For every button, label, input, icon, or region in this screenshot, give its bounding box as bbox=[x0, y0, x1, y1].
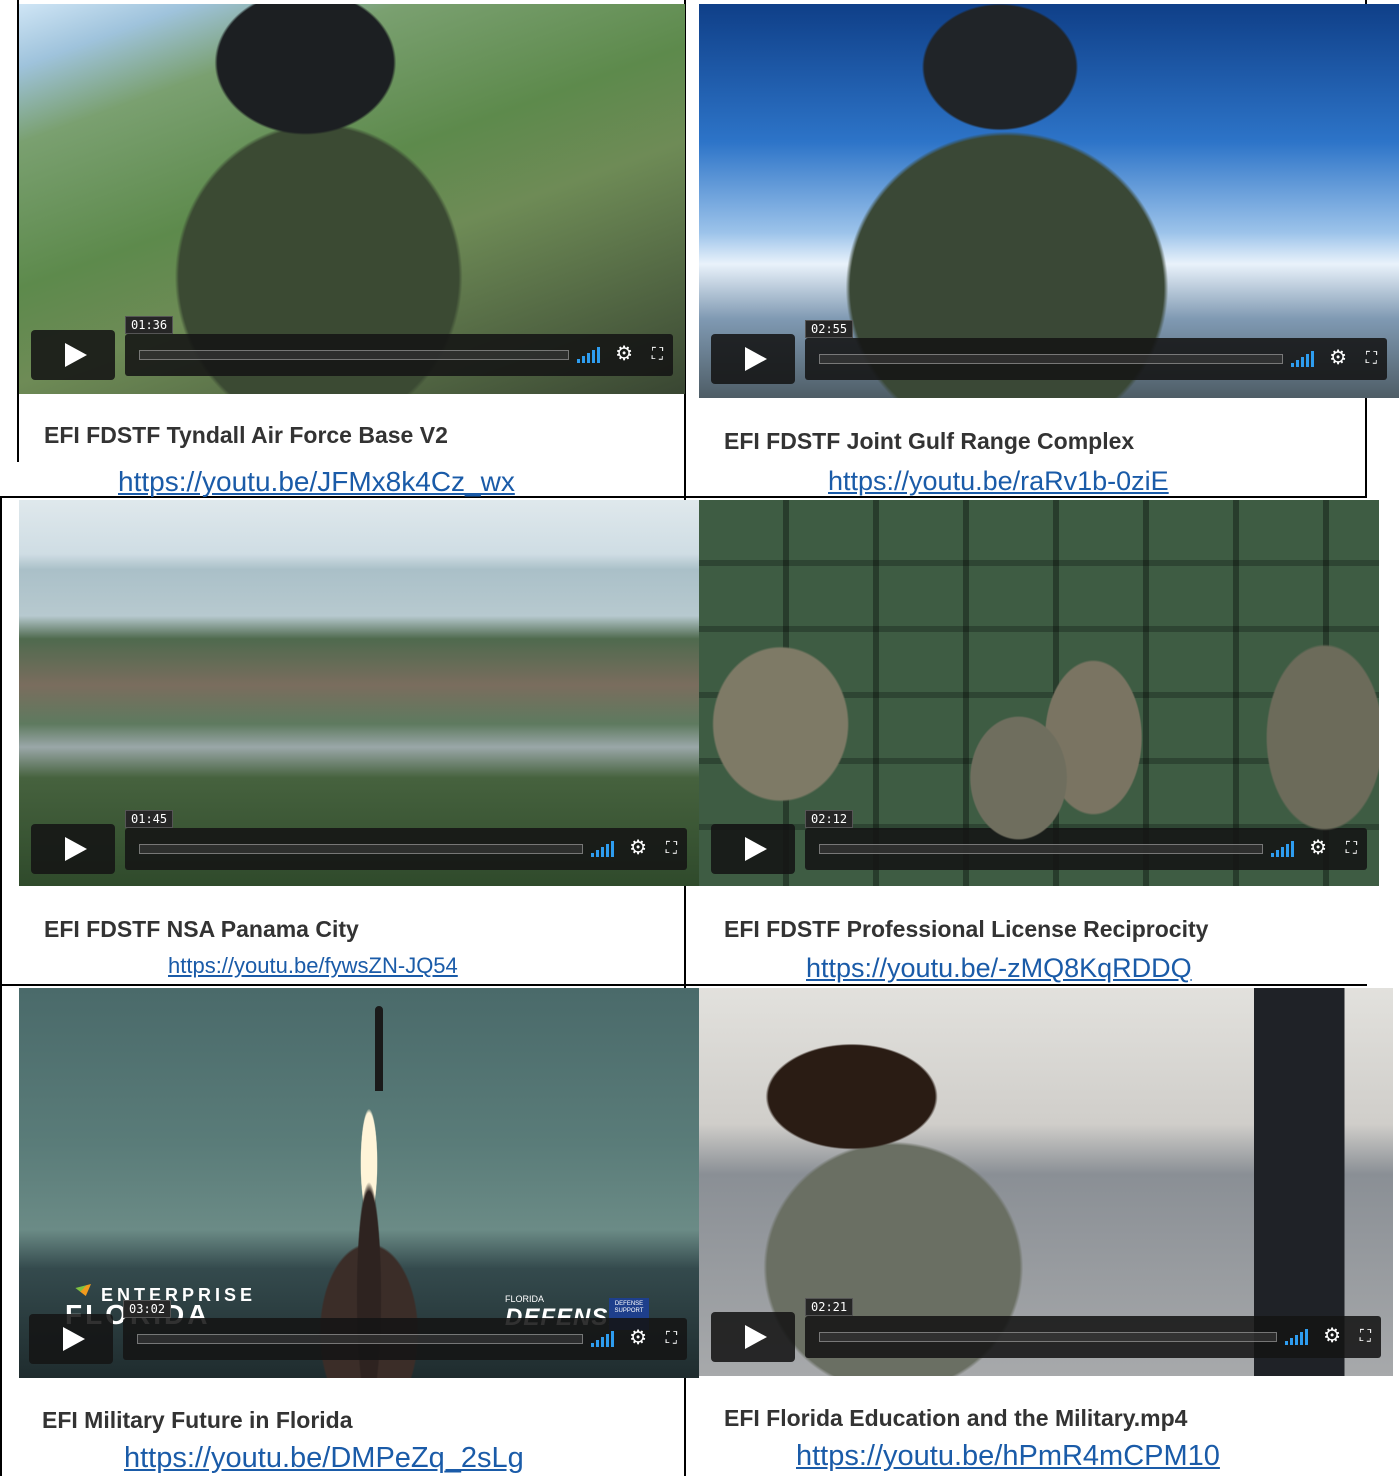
progress-track[interactable] bbox=[139, 350, 569, 360]
progress-bar-container: 02:55 ⚙ ⛶ bbox=[805, 320, 1387, 380]
volume-icon[interactable] bbox=[577, 347, 601, 363]
video-link[interactable]: https://youtu.be/hPmR4mCPM10 bbox=[796, 1440, 1220, 1473]
fullscreen-icon[interactable]: ⛶ bbox=[666, 1329, 677, 1347]
volume-icon[interactable] bbox=[1285, 1329, 1309, 1345]
time-badge: 02:12 bbox=[805, 810, 854, 828]
time-badge: 02:55 bbox=[805, 320, 854, 338]
gear-icon[interactable]: ⚙ bbox=[629, 837, 647, 859]
player-controls: 01:36 ⚙ ⛶ bbox=[31, 316, 673, 380]
volume-icon[interactable] bbox=[1271, 841, 1295, 857]
video-thumbnail[interactable]: 02:55 ⚙ ⛶ bbox=[699, 4, 1399, 398]
video-thumbnail[interactable]: ENTERPRISE FLORIDA FLORIDA DEFENSE DEFEN… bbox=[19, 988, 699, 1378]
play-button[interactable] bbox=[31, 330, 115, 380]
progress-bar-container: 02:21 ⚙ ⛶ bbox=[805, 1298, 1381, 1358]
grid-line-outer-left-mid bbox=[0, 498, 2, 1476]
progress-track[interactable] bbox=[819, 354, 1283, 364]
gear-icon[interactable]: ⚙ bbox=[1323, 1325, 1341, 1347]
video-link[interactable]: https://youtu.be/fywsZN-JQ54 bbox=[168, 953, 458, 979]
video-thumbnail[interactable]: 01:45 ⚙ ⛶ bbox=[19, 500, 699, 886]
time-badge: 01:45 bbox=[125, 810, 174, 828]
fullscreen-icon[interactable]: ⛶ bbox=[652, 345, 663, 363]
video-link[interactable]: https://youtu.be/-zMQ8KqRDDQ bbox=[806, 953, 1192, 984]
play-button[interactable] bbox=[711, 1312, 795, 1362]
gear-icon[interactable]: ⚙ bbox=[1329, 347, 1347, 369]
grid-line-row2 bbox=[0, 984, 1367, 986]
video-title: EFI FDSTF NSA Panama City bbox=[44, 916, 359, 942]
rocket-icon bbox=[375, 1006, 383, 1091]
play-button[interactable] bbox=[29, 1314, 113, 1364]
video-thumbnail[interactable]: 02:12 ⚙ ⛶ bbox=[699, 500, 1379, 886]
video-title: EFI FDSTF Professional License Reciproci… bbox=[724, 916, 1209, 942]
time-badge: 01:36 bbox=[125, 316, 174, 334]
play-button[interactable] bbox=[31, 824, 115, 874]
video-link[interactable]: https://youtu.be/DMPeZq_2sLg bbox=[124, 1442, 524, 1475]
volume-icon[interactable] bbox=[591, 1331, 615, 1347]
gear-icon[interactable]: ⚙ bbox=[615, 343, 633, 365]
progress-track[interactable] bbox=[139, 844, 583, 854]
volume-icon[interactable] bbox=[591, 841, 615, 857]
fullscreen-icon[interactable]: ⛶ bbox=[1366, 349, 1377, 367]
video-link[interactable]: https://youtu.be/JFMx8k4Cz_wx bbox=[118, 466, 515, 498]
player-controls: 03:02 ⚙ ⛶ bbox=[29, 1300, 687, 1364]
player-controls: 01:45 ⚙ ⛶ bbox=[31, 810, 687, 874]
progress-bar-container: 02:12 ⚙ ⛶ bbox=[805, 810, 1367, 870]
progress-track[interactable] bbox=[137, 1334, 583, 1344]
time-badge: 02:21 bbox=[805, 1298, 854, 1316]
gear-icon[interactable]: ⚙ bbox=[629, 1327, 647, 1349]
progress-track[interactable] bbox=[819, 844, 1263, 854]
video-title: EFI Florida Education and the Military.m… bbox=[724, 1405, 1188, 1431]
fullscreen-icon[interactable]: ⛶ bbox=[1346, 839, 1357, 857]
video-thumbnail[interactable]: 01:36 ⚙ ⛶ bbox=[19, 4, 685, 394]
progress-track[interactable] bbox=[819, 1332, 1277, 1342]
play-button[interactable] bbox=[711, 334, 795, 384]
player-controls: 02:12 ⚙ ⛶ bbox=[711, 810, 1367, 874]
time-badge: 03:02 bbox=[123, 1300, 172, 1318]
volume-icon[interactable] bbox=[1291, 351, 1315, 367]
video-title: EFI FDSTF Joint Gulf Range Complex bbox=[724, 428, 1135, 454]
video-link[interactable]: https://youtu.be/raRv1b-0ziE bbox=[828, 466, 1169, 497]
player-controls: 02:55 ⚙ ⛶ bbox=[711, 320, 1387, 384]
video-title: EFI Military Future in Florida bbox=[42, 1407, 353, 1433]
fullscreen-icon[interactable]: ⛶ bbox=[666, 839, 677, 857]
play-button[interactable] bbox=[711, 824, 795, 874]
fullscreen-icon[interactable]: ⛶ bbox=[1360, 1327, 1371, 1345]
progress-bar-container: 03:02 ⚙ ⛶ bbox=[123, 1300, 687, 1360]
video-thumbnail[interactable]: 02:21 ⚙ ⛶ bbox=[699, 988, 1393, 1376]
gear-icon[interactable]: ⚙ bbox=[1309, 837, 1327, 859]
player-controls: 02:21 ⚙ ⛶ bbox=[711, 1298, 1381, 1362]
video-title: EFI FDSTF Tyndall Air Force Base V2 bbox=[44, 422, 448, 448]
progress-bar-container: 01:36 ⚙ ⛶ bbox=[125, 316, 673, 376]
progress-bar-container: 01:45 ⚙ ⛶ bbox=[125, 810, 687, 870]
